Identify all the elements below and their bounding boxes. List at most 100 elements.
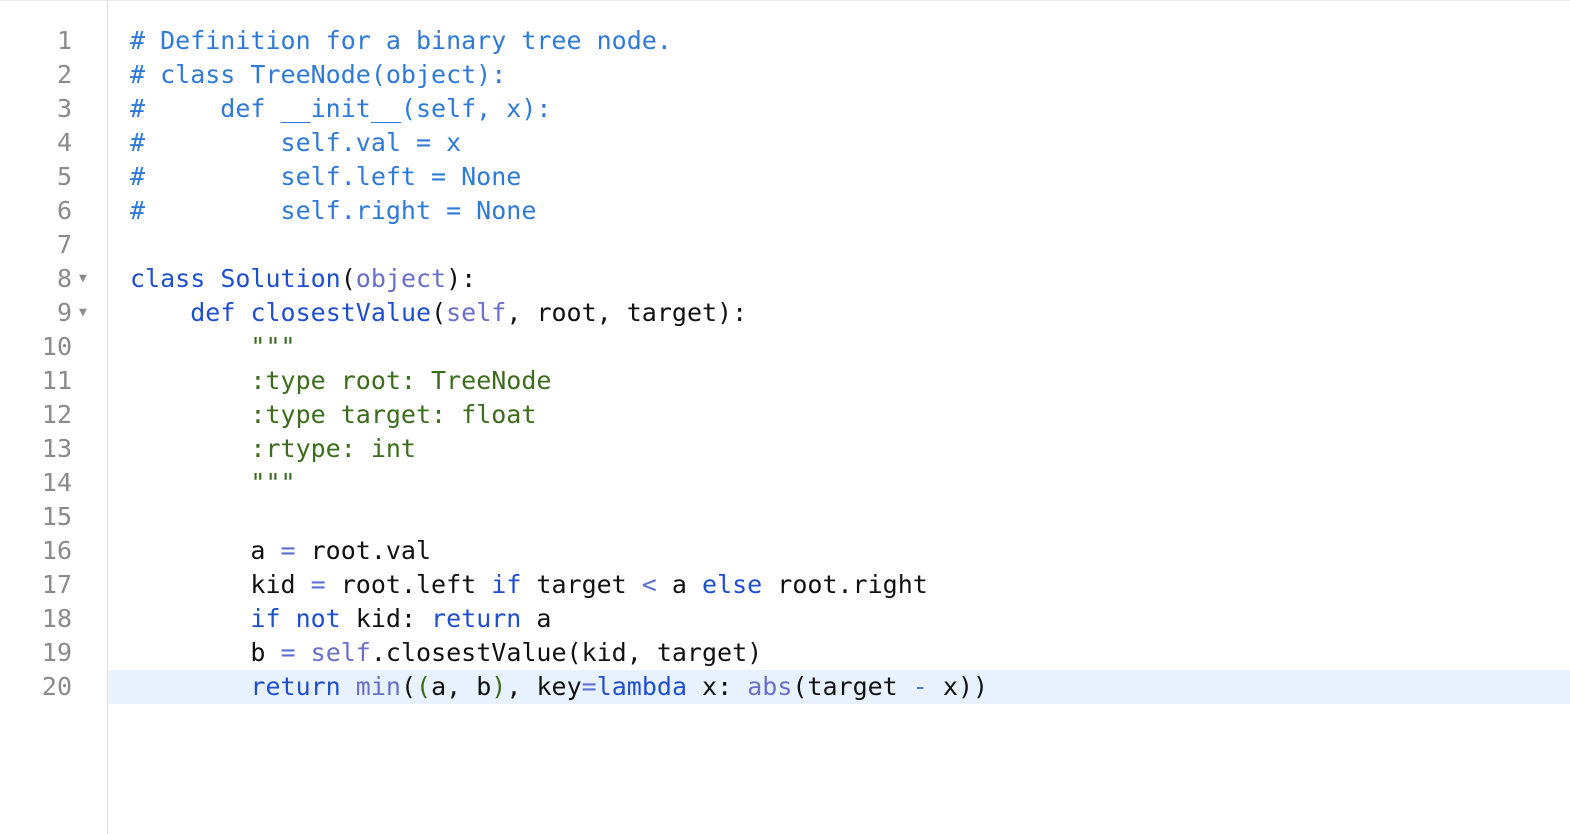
line-number: 17: [41, 570, 72, 599]
code-token: kid: [130, 570, 311, 599]
code-token: a: [521, 604, 552, 633]
code-line-text: # self.right = None: [130, 194, 536, 228]
gutter-line: 13: [0, 432, 108, 466]
code-token: a, b: [431, 672, 492, 701]
code-line-text: def closestValue(self, root, target):: [130, 296, 747, 330]
code-line[interactable]: kid = root.left if target < a else root.…: [109, 568, 1570, 602]
code-token: :type root: TreeNode: [250, 366, 552, 395]
code-token: Solution: [220, 264, 341, 293]
code-token: a: [130, 536, 281, 565]
fold-arrow-icon[interactable]: ▼: [79, 262, 87, 296]
line-number: 12: [41, 400, 72, 429]
gutter-line: 18: [0, 602, 108, 636]
code-token: =: [581, 672, 597, 701]
gutter-line: 4: [0, 126, 108, 160]
code-line[interactable]: :type target: float: [109, 398, 1570, 432]
code-line[interactable]: """: [109, 466, 1570, 500]
code-token: return: [250, 672, 341, 701]
code-line[interactable]: # def __init__(self, x):: [109, 92, 1570, 126]
gutter-line: 7: [0, 228, 108, 262]
code-token: else: [702, 570, 763, 599]
line-number: 4: [56, 128, 72, 157]
code-token: if: [491, 570, 522, 599]
line-number: 11: [41, 366, 72, 395]
line-number: 10: [41, 332, 72, 361]
code-line[interactable]: a = root.val: [109, 534, 1570, 568]
code-token: x:: [687, 672, 748, 701]
code-token: # def __init__(self, x):: [130, 94, 552, 123]
code-line[interactable]: """: [109, 330, 1570, 364]
code-token: # class TreeNode(object):: [130, 60, 507, 89]
code-token: self: [310, 638, 371, 667]
code-editor[interactable]: 1 2 3 4 5 6 7 8 ▼ 9 ▼ 10 11 12 13 14 15 16 17 18 19 20 # Defi…: [0, 0, 1570, 834]
code-line[interactable]: :rtype: int: [109, 432, 1570, 466]
code-token: lambda: [596, 672, 687, 701]
line-number: 19: [41, 638, 72, 667]
code-line-text: if not kid: return a: [130, 602, 551, 636]
code-line-text: b = self.closestValue(kid, target): [130, 636, 762, 670]
code-line[interactable]: class Solution(object):: [109, 262, 1570, 296]
code-line-text: :type root: TreeNode: [130, 364, 551, 398]
gutter-line: 6: [0, 194, 108, 228]
code-token: a: [656, 570, 703, 599]
code-line[interactable]: # Definition for a binary tree node.: [109, 24, 1570, 58]
code-line-text: :type target: float: [130, 398, 536, 432]
line-number: 16: [41, 536, 72, 565]
code-token: return: [431, 604, 522, 633]
code-line[interactable]: :type root: TreeNode: [109, 364, 1570, 398]
code-token: , key: [506, 672, 582, 701]
code-token: =: [280, 638, 296, 667]
code-token: .closestValue(kid, target): [370, 638, 763, 667]
code-line-text: # class TreeNode(object):: [130, 58, 506, 92]
code-token: ):: [446, 264, 477, 293]
code-token: """: [250, 332, 296, 361]
code-line-text: # Definition for a binary tree node.: [130, 24, 672, 58]
code-line[interactable]: b = self.closestValue(kid, target): [109, 636, 1570, 670]
code-token: min: [355, 672, 401, 701]
line-number: 8: [56, 264, 72, 293]
code-line[interactable]: [109, 228, 1570, 262]
code-line[interactable]: # self.val = x: [109, 126, 1570, 160]
fold-arrow-icon[interactable]: ▼: [79, 296, 87, 330]
line-number: 15: [41, 502, 72, 531]
code-line-text: :rtype: int: [130, 432, 416, 466]
code-token: (: [416, 672, 432, 701]
gutter-line: 11: [0, 364, 108, 398]
code-line[interactable]: # self.right = None: [109, 194, 1570, 228]
active-code-line[interactable]: return min((a, b), key=lambda x: abs(tar…: [109, 670, 1570, 704]
code-token: def: [190, 298, 251, 327]
gutter-line: 15: [0, 500, 108, 534]
code-token: # self.right = None: [130, 196, 537, 225]
code-line[interactable]: if not kid: return a: [109, 602, 1570, 636]
code-line[interactable]: # class TreeNode(object):: [109, 58, 1570, 92]
line-number: 13: [41, 434, 72, 463]
code-token: # Definition for a binary tree node.: [130, 26, 672, 55]
code-line-text: # self.val = x: [130, 126, 461, 160]
code-token: self: [446, 298, 507, 327]
line-number: 1: [56, 26, 72, 55]
code-area[interactable]: # Definition for a binary tree node. # cl…: [109, 1, 1570, 834]
gutter-line: 5: [0, 160, 108, 194]
code-line[interactable]: def closestValue(self, root, target):: [109, 296, 1570, 330]
code-token: root.left: [325, 570, 492, 599]
code-line-text: """: [130, 330, 296, 364]
code-token: kid:: [340, 604, 432, 633]
line-number: 9: [56, 298, 72, 327]
line-number: 3: [56, 94, 72, 123]
code-line[interactable]: [109, 500, 1570, 534]
code-token: if not: [250, 604, 341, 633]
code-line-text: # def __init__(self, x):: [130, 92, 551, 126]
gutter-line: 19: [0, 636, 108, 670]
code-token: (: [400, 672, 417, 701]
code-line[interactable]: # self.left = None: [109, 160, 1570, 194]
gutter-line: 12: [0, 398, 108, 432]
line-number: 20: [41, 672, 72, 701]
line-number: 18: [41, 604, 72, 633]
line-number: 5: [56, 162, 72, 191]
code-token: closestValue: [250, 298, 432, 327]
code-line-text: return min((a, b), key=lambda x: abs(tar…: [130, 670, 988, 704]
